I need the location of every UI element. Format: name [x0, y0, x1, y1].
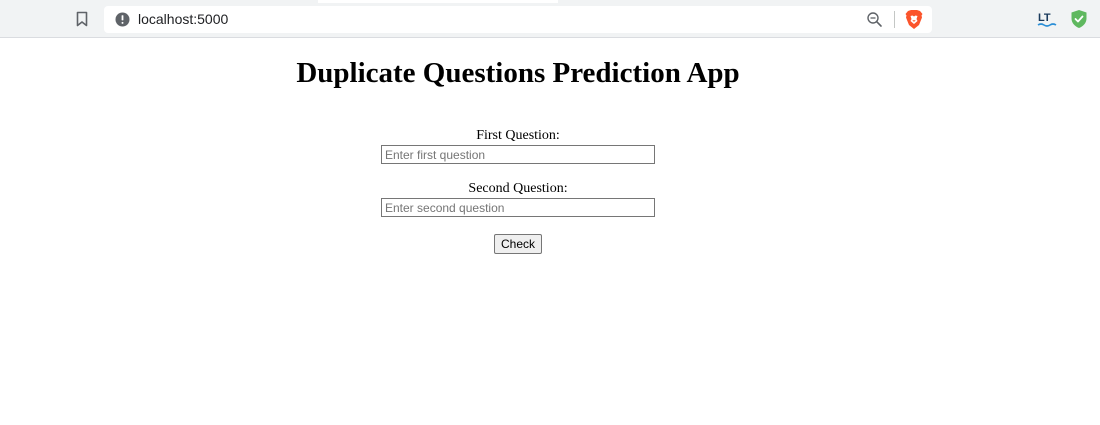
languagetool-extension-icon[interactable]: LT [1037, 10, 1057, 28]
site-info-icon[interactable] [115, 12, 130, 27]
browser-toolbar: localhost:5000 LT [0, 0, 1100, 38]
shield-extension-icon[interactable] [1070, 9, 1088, 29]
page-content: Duplicate Questions Prediction App First… [0, 39, 1100, 425]
url-text[interactable]: localhost:5000 [138, 11, 228, 27]
active-tab-edge [318, 0, 558, 3]
brave-shields-icon[interactable] [904, 9, 924, 30]
omnibox-divider [894, 11, 895, 28]
second-question-label: Second Question: [468, 181, 568, 196]
svg-text:LT: LT [1038, 12, 1051, 24]
first-question-input[interactable] [381, 145, 655, 164]
bookmark-icon[interactable] [72, 9, 92, 29]
address-bar[interactable]: localhost:5000 [104, 6, 932, 33]
zoom-icon[interactable] [866, 11, 883, 28]
check-button[interactable]: Check [494, 234, 542, 254]
page-title: Duplicate Questions Prediction App [296, 57, 740, 89]
second-question-input[interactable] [381, 198, 655, 217]
first-question-label: First Question: [476, 128, 560, 143]
